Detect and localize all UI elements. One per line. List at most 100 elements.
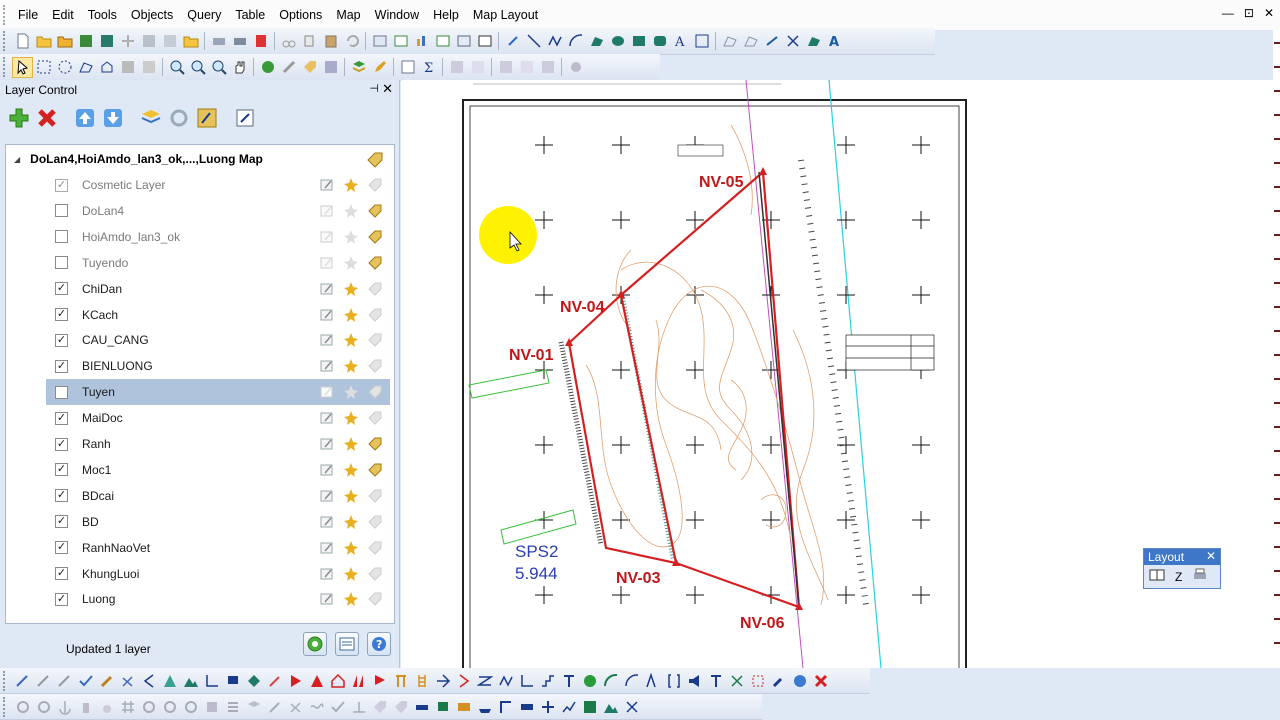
selectable-icon[interactable] <box>342 590 360 608</box>
angle-left-icon[interactable] <box>138 670 159 691</box>
selectable-icon[interactable] <box>342 228 360 246</box>
selectable-icon[interactable] <box>342 513 360 531</box>
open-web-icon[interactable] <box>117 31 138 52</box>
toolbar-grip[interactable] <box>3 696 9 717</box>
tag-gray-icon[interactable] <box>369 696 390 717</box>
ring-icon[interactable] <box>138 696 159 717</box>
label-tag-icon[interactable] <box>366 590 384 608</box>
editable-icon[interactable] <box>318 228 336 246</box>
set-target-icon[interactable] <box>467 57 488 78</box>
layer-row[interactable]: ✓ Cosmetic Layer <box>46 172 390 198</box>
collapse-triangle-icon[interactable]: ◢ <box>14 155 20 164</box>
box-icon[interactable] <box>201 696 222 717</box>
text-style-icon[interactable]: A <box>824 31 845 52</box>
map-root-node[interactable]: ◢ DoLan4,HoiAmdo_lan3_ok,...,Luong Map <box>14 149 263 169</box>
layer-visibility-checkbox[interactable] <box>55 204 68 218</box>
angle-icon[interactable] <box>201 670 222 691</box>
label-tag-icon[interactable] <box>366 306 384 324</box>
brush-icon[interactable] <box>96 670 117 691</box>
label-tag-icon[interactable] <box>366 487 384 505</box>
editable-icon[interactable] <box>318 461 336 479</box>
spike-icon[interactable] <box>642 670 663 691</box>
layer-visibility-checkbox[interactable]: ✓ <box>55 308 68 321</box>
layer-visibility-checkbox[interactable]: ✓ <box>55 541 68 555</box>
selectable-icon[interactable] <box>342 202 360 220</box>
text-t-icon[interactable] <box>558 670 579 691</box>
zoom-out-icon[interactable] <box>187 57 208 78</box>
corner-icon[interactable] <box>516 670 537 691</box>
layer-visibility-checkbox[interactable]: ✓ <box>55 411 68 425</box>
check-gray-icon[interactable] <box>327 696 348 717</box>
tag2-gray-icon[interactable] <box>390 696 411 717</box>
export-pdf-icon[interactable] <box>250 31 271 52</box>
selectable-icon[interactable] <box>342 435 360 453</box>
diamond-icon[interactable] <box>243 670 264 691</box>
rounded-rect-tool-icon[interactable] <box>649 31 670 52</box>
flag-icon[interactable] <box>369 670 390 691</box>
save-icon[interactable] <box>138 31 159 52</box>
print-preview-icon[interactable] <box>208 31 229 52</box>
select-arrow-icon[interactable] <box>12 56 33 78</box>
pin-icon[interactable]: ⊣ <box>369 82 379 95</box>
marquee-select-icon[interactable] <box>33 57 54 78</box>
curve-arrow-icon[interactable] <box>621 670 642 691</box>
selectable-icon[interactable] <box>342 280 360 298</box>
cloud-icon[interactable] <box>565 57 586 78</box>
layout-zoom-button[interactable]: Z <box>1175 570 1182 584</box>
editable-icon[interactable] <box>318 565 336 583</box>
editable-icon[interactable] <box>318 590 336 608</box>
menu-query[interactable]: Query <box>180 8 228 22</box>
editable-icon[interactable] <box>318 306 336 324</box>
add-layer-icon[interactable] <box>6 105 32 131</box>
region-style-icon[interactable] <box>803 31 824 52</box>
label-tag-icon[interactable] <box>366 539 384 557</box>
add-node-icon[interactable] <box>740 31 761 52</box>
unselect-all-icon[interactable] <box>117 57 138 78</box>
menu-help[interactable]: Help <box>426 8 466 22</box>
sails-icon[interactable] <box>348 670 369 691</box>
options-icon[interactable] <box>335 632 359 656</box>
copy-icon[interactable] <box>299 31 320 52</box>
layer-row[interactable]: ✓ ChiDan <box>46 276 390 302</box>
statistics-icon[interactable]: Σ <box>418 57 439 78</box>
layer-row[interactable]: ✓ BIENLUONG <box>46 353 390 379</box>
layer-visibility-checkbox[interactable] <box>55 230 68 244</box>
minimize-button[interactable]: — <box>1222 6 1234 20</box>
frame-tool-icon[interactable] <box>691 31 712 52</box>
radius-select-icon[interactable] <box>54 57 75 78</box>
toolbar-grip[interactable] <box>3 31 9 51</box>
editable-icon[interactable] <box>318 513 336 531</box>
editable-icon[interactable] <box>318 357 336 375</box>
label-tag-icon[interactable] <box>366 254 384 272</box>
undo-icon[interactable] <box>341 31 362 52</box>
layer-visibility-checkbox[interactable]: ✓ <box>55 178 68 192</box>
layer-row[interactable]: HoiAmdo_lan3_ok <box>46 224 390 250</box>
frame-image-icon[interactable] <box>579 696 600 717</box>
selectable-icon[interactable] <box>342 254 360 272</box>
polygon-select-icon[interactable] <box>75 57 96 78</box>
label-tag-icon[interactable] <box>366 565 384 583</box>
label-tag-icon[interactable] <box>366 461 384 479</box>
cut-icon[interactable] <box>278 31 299 52</box>
new-layout-icon[interactable] <box>432 31 453 52</box>
symbol-tool-icon[interactable] <box>761 31 782 52</box>
paste-icon[interactable] <box>320 31 341 52</box>
open-db-icon[interactable] <box>75 31 96 52</box>
layer-visibility-checkbox[interactable]: ✓ <box>55 489 68 503</box>
layer-row[interactable]: ✓ BD <box>46 509 390 535</box>
new-icon[interactable] <box>12 31 33 52</box>
menu-map-layout[interactable]: Map Layout <box>466 8 545 22</box>
cross-icon[interactable] <box>621 696 642 717</box>
editable-icon[interactable] <box>318 176 336 194</box>
text-tool-icon[interactable]: A <box>670 31 691 52</box>
layer-visibility-checkbox[interactable]: ✓ <box>55 359 68 373</box>
pencil-gray-icon[interactable] <box>264 696 285 717</box>
ring3-icon[interactable] <box>180 696 201 717</box>
editable-icon[interactable] <box>318 487 336 505</box>
curve-icon[interactable] <box>600 670 621 691</box>
arc-tool-icon[interactable] <box>565 31 586 52</box>
layout-book-icon[interactable] <box>1149 568 1165 585</box>
ring2-icon[interactable] <box>159 696 180 717</box>
open-dbms-icon[interactable] <box>96 31 117 52</box>
label-tag-icon[interactable] <box>366 228 384 246</box>
